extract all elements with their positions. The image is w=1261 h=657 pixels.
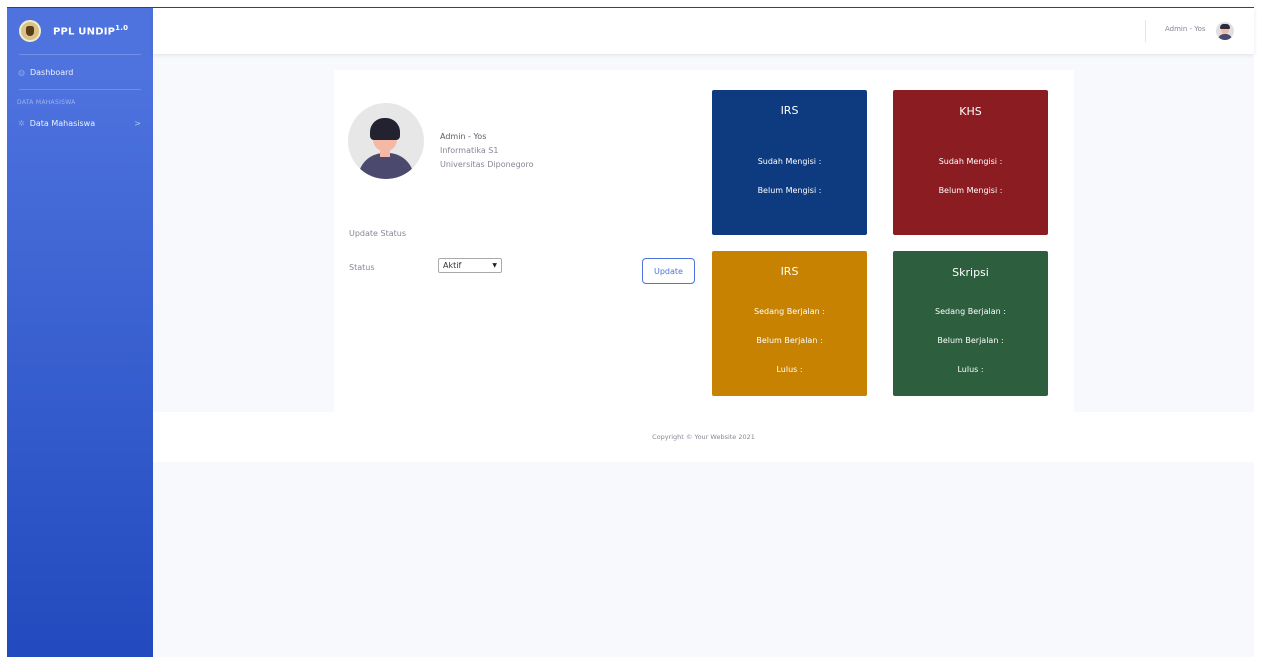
update-button[interactable]: Update (642, 258, 695, 284)
avatar-hair (1220, 24, 1230, 29)
profile-prodi: Informatika S1 (440, 146, 499, 155)
main-content-card: Admin - Yos Informatika S1 Universitas D… (334, 70, 1074, 412)
card-line: Belum Mengisi : (757, 186, 822, 195)
avatar-hair (370, 118, 400, 140)
chevron-right-icon: > (134, 118, 141, 128)
sidebar-item-dashboard[interactable]: ◍ Dashboard (7, 55, 153, 89)
sidebar-heading: DATA MAHASISWA (17, 99, 76, 106)
card-line: Belum Berjalan : (937, 336, 1004, 345)
topbar: Admin - Yos (153, 8, 1254, 54)
sidebar-item-label: Dashboard (29, 67, 74, 77)
avatar[interactable] (1216, 22, 1234, 40)
card-line: Lulus : (957, 365, 984, 374)
irs-fill-card[interactable]: IRS Sudah Mengisi : Belum Mengisi : (712, 90, 867, 235)
sidebar-item-data-mahasiswa[interactable]: ✲ Data Mahasiswa > (7, 112, 153, 134)
status-select-value: Aktif (443, 261, 462, 270)
update-status-title: Update Status (349, 229, 407, 238)
app-frame: PPL UNDIP1.0 ◍ Dashboard DATA MAHASISWA … (7, 7, 1254, 657)
sidebar-item-label: Data Mahasiswa (29, 118, 96, 128)
card-title: KHS (959, 105, 982, 118)
irs-progress-card[interactable]: IRS Sedang Berjalan : Belum Berjalan : L… (712, 251, 867, 396)
card-line: Belum Mengisi : (938, 186, 1003, 195)
profile-university: Universitas Diponegoro (440, 160, 534, 169)
cog-icon: ✲ (18, 118, 25, 128)
khs-card[interactable]: KHS Sudah Mengisi : Belum Mengisi : (893, 90, 1048, 235)
footer: Copyright © Your Website 2021 (153, 412, 1254, 462)
chevron-down-icon: ▼ (492, 262, 497, 269)
brand-title: PPL UNDIP1.0 (53, 24, 128, 37)
sidebar: PPL UNDIP1.0 ◍ Dashboard DATA MAHASISWA … (7, 8, 153, 657)
tachometer-icon: ◍ (18, 67, 25, 77)
skripsi-card[interactable]: Skripsi Sedang Berjalan : Belum Berjalan… (893, 251, 1048, 396)
footer-copyright: Copyright © Your Website 2021 (652, 433, 755, 441)
status-label: Status (349, 263, 375, 272)
card-line: Lulus : (776, 365, 803, 374)
card-line: Belum Berjalan : (756, 336, 823, 345)
profile-avatar (348, 103, 424, 179)
topbar-divider (1145, 20, 1146, 42)
university-seal-icon (19, 20, 41, 42)
card-title: Skripsi (952, 266, 989, 279)
card-line: Sudah Mengisi : (757, 157, 822, 166)
status-select[interactable]: Aktif ▼ (438, 258, 502, 273)
brand-version: 1.0 (115, 24, 129, 33)
avatar-body (1218, 34, 1232, 40)
profile-name: Admin - Yos (440, 132, 487, 141)
sidebar-brand[interactable]: PPL UNDIP1.0 (7, 8, 153, 54)
card-line: Sedang Berjalan : (754, 307, 825, 316)
card-line: Sudah Mengisi : (938, 157, 1003, 166)
card-title: IRS (780, 104, 799, 117)
topbar-user-name[interactable]: Admin - Yos (1165, 25, 1206, 33)
card-title: IRS (780, 265, 799, 278)
brand-name: PPL UNDIP (53, 26, 116, 38)
card-line: Sedang Berjalan : (935, 307, 1006, 316)
